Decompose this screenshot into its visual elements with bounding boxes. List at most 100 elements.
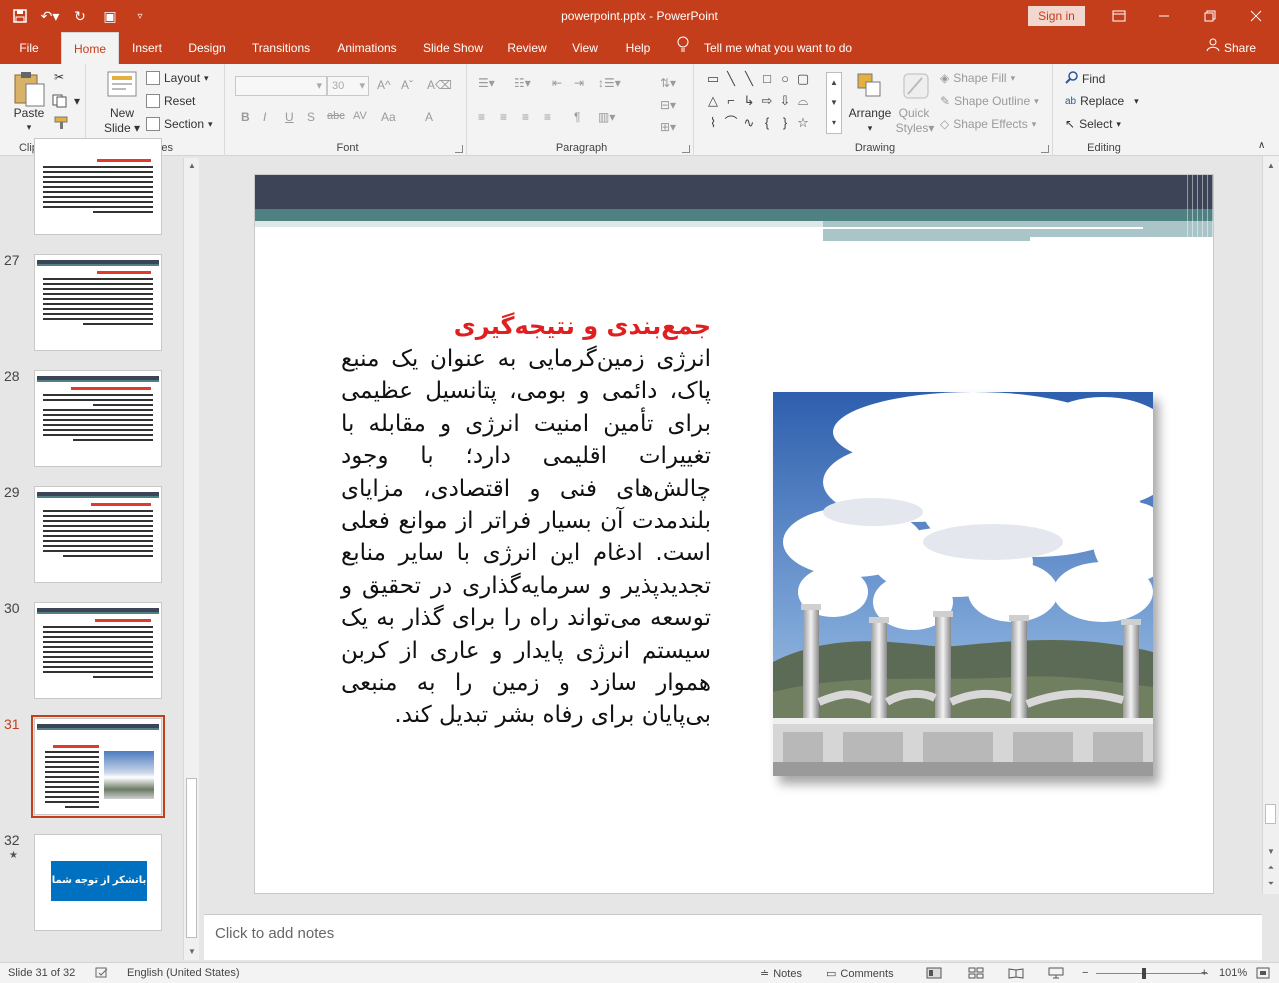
tab-insert[interactable]: Insert — [125, 32, 169, 64]
elbow-shape-icon[interactable]: ↳ — [741, 94, 757, 108]
fit-to-window-icon[interactable] — [1256, 967, 1270, 979]
italic-button[interactable]: I — [263, 110, 266, 124]
shadow-button[interactable]: S — [307, 110, 315, 124]
copy-icon[interactable]: ▾ — [52, 94, 80, 108]
tab-transitions[interactable]: Transitions — [245, 32, 317, 64]
line-spacing-icon[interactable]: ↕☰▾ — [598, 76, 621, 90]
tell-me-search[interactable]: Tell me what you want to do — [676, 32, 852, 64]
previous-slide-icon[interactable]: ⏶ — [1263, 860, 1279, 876]
scroll-up-icon[interactable]: ▲ — [184, 158, 200, 174]
sign-in-button[interactable]: Sign in — [1028, 6, 1085, 26]
new-slide-label-2[interactable]: Slide ▾ — [100, 121, 144, 135]
tab-file[interactable]: File — [8, 32, 50, 64]
new-slide-label-1[interactable]: New — [100, 106, 144, 120]
character-spacing-button[interactable]: AV — [353, 110, 367, 122]
new-slide-icon[interactable] — [106, 70, 138, 100]
language-indicator[interactable]: English (United States) — [127, 967, 240, 979]
decrease-indent-icon[interactable]: ⇤ — [552, 76, 562, 90]
zoom-out-button[interactable]: − — [1082, 967, 1088, 979]
star-shape-icon[interactable]: ☆ — [795, 116, 811, 130]
slide-scroll-down-icon[interactable]: ▼ — [1263, 844, 1279, 860]
section-button[interactable]: Section ▾ — [146, 117, 213, 131]
shape-effects-button[interactable]: ◇ Shape Effects ▾ — [940, 117, 1036, 131]
rectangle-shape-icon[interactable]: □ — [759, 72, 775, 86]
format-painter-icon[interactable] — [54, 116, 70, 130]
triangle-shape-icon[interactable]: △ — [705, 94, 721, 108]
font-color-button[interactable]: A — [425, 110, 433, 124]
slide-scrollbar[interactable]: ▲ ▼ ⏶ ⏷ — [1262, 156, 1279, 894]
arc-shape-icon[interactable]: ⌒ — [723, 116, 739, 130]
align-right-icon[interactable]: ≡ — [522, 110, 529, 124]
change-case-button[interactable]: Aa — [381, 110, 396, 124]
columns-icon[interactable]: ▥▾ — [598, 110, 615, 124]
share-button[interactable]: Share — [1206, 32, 1256, 64]
drawing-launcher-icon[interactable] — [1041, 145, 1049, 153]
notes-toggle-button[interactable]: ≐ Notes — [760, 967, 802, 981]
tab-view[interactable]: View — [566, 32, 604, 64]
align-left-icon[interactable]: ≡ — [478, 110, 485, 124]
slide-scroll-thumb[interactable] — [1265, 804, 1276, 824]
decrease-font-icon[interactable]: Aˇ — [401, 78, 413, 92]
paste-label[interactable]: Paste — [8, 106, 50, 120]
next-slide-icon[interactable]: ⏷ — [1263, 876, 1279, 892]
connector-shape-icon[interactable]: ⌐ — [723, 94, 739, 108]
bullets-icon[interactable]: ☰▾ — [478, 76, 495, 90]
align-text-icon[interactable]: ⊟▾ — [660, 98, 676, 112]
freeform-shape-icon[interactable]: ⌓ — [795, 94, 811, 108]
line2-shape-icon[interactable]: ╲ — [741, 72, 757, 86]
ribbon-display-options-icon[interactable] — [1096, 0, 1142, 32]
shapes-gallery-scroll[interactable]: ▲ ▼ ▾ — [826, 72, 842, 134]
zoom-in-button[interactable]: + — [1201, 967, 1207, 979]
slide-show-view-icon[interactable] — [1048, 967, 1064, 979]
cut-icon[interactable]: ✂ — [54, 70, 64, 84]
strikethrough-button[interactable]: abc — [327, 110, 345, 122]
paste-dropdown-icon[interactable]: ▾ — [8, 120, 50, 134]
normal-view-icon[interactable] — [926, 967, 942, 979]
arrow-down-shape-icon[interactable]: ⇩ — [777, 94, 793, 108]
slide-body-text[interactable]: انرژی زمین‌گرمایی به عنوان یک منبع پاک، … — [341, 343, 711, 732]
zoom-slider[interactable] — [1096, 973, 1208, 974]
find-button[interactable]: Find — [1065, 71, 1105, 87]
zoom-slider-thumb[interactable] — [1142, 968, 1146, 979]
scroll-down-icon[interactable]: ▼ — [184, 944, 200, 960]
bold-button[interactable]: B — [241, 110, 250, 124]
comments-toggle-button[interactable]: ▭ Comments — [826, 967, 894, 981]
tab-review[interactable]: Review — [502, 32, 552, 64]
close-icon[interactable] — [1233, 0, 1279, 32]
slide-sorter-icon[interactable] — [968, 967, 984, 979]
quick-styles-label-1[interactable]: Quick — [894, 106, 934, 120]
slide-scroll-up-icon[interactable]: ▲ — [1263, 158, 1279, 174]
tab-animations[interactable]: Animations — [329, 32, 405, 64]
shapes-gallery[interactable]: ▭ ╲ ╲ □ ○ ▢ △ ⌐ ↳ ⇨ ⇩ ⌓ ⌇ ⌒ ∿ { } ☆ — [705, 72, 845, 134]
font-size-combo[interactable]: 30 ▾ — [327, 76, 369, 96]
slide-thumbnail-27[interactable] — [34, 254, 162, 351]
rounded-rect-shape-icon[interactable]: ▢ — [795, 72, 811, 86]
collapse-ribbon-icon[interactable]: ∧ — [1258, 140, 1265, 151]
gallery-up-icon[interactable]: ▲ — [827, 73, 841, 93]
replace-button[interactable]: ab Replace ▾ — [1065, 94, 1139, 108]
layout-button[interactable]: Layout ▾ — [146, 71, 209, 85]
slide-thumbnail-31[interactable] — [31, 715, 165, 818]
slide-thumbnail-32[interactable]: باتشکر از توجه شما — [34, 834, 162, 931]
arrange-dropdown-icon[interactable]: ▾ — [846, 121, 894, 135]
tab-help[interactable]: Help — [618, 32, 658, 64]
line-shape-icon[interactable]: ╲ — [723, 72, 739, 86]
underline-button[interactable]: U — [285, 110, 294, 124]
rtl-icon[interactable]: ¶ — [574, 110, 580, 124]
slide-canvas[interactable]: جمع‌بندی و نتیجه‌گیری انرژی زمین‌گرمایی … — [254, 174, 1214, 894]
tab-slide-show[interactable]: Slide Show — [418, 32, 488, 64]
clear-formatting-icon[interactable]: A⌫ — [427, 78, 452, 92]
slide-title[interactable]: جمع‌بندی و نتیجه‌گیری — [435, 312, 711, 340]
restore-icon[interactable] — [1187, 0, 1233, 32]
arrange-label[interactable]: Arrange — [846, 106, 894, 120]
paragraph-launcher-icon[interactable] — [682, 145, 690, 153]
align-center-icon[interactable]: ≡ — [500, 110, 507, 124]
slide-thumbnail-28[interactable] — [34, 370, 162, 467]
wave-shape-icon[interactable]: ∿ — [741, 116, 757, 130]
font-launcher-icon[interactable] — [455, 145, 463, 153]
paste-icon[interactable] — [12, 70, 46, 108]
zoom-level[interactable]: 101% — [1219, 967, 1247, 979]
tab-home[interactable]: Home — [61, 32, 119, 64]
oval-shape-icon[interactable]: ○ — [777, 72, 793, 86]
gallery-down-icon[interactable]: ▼ — [827, 93, 841, 113]
